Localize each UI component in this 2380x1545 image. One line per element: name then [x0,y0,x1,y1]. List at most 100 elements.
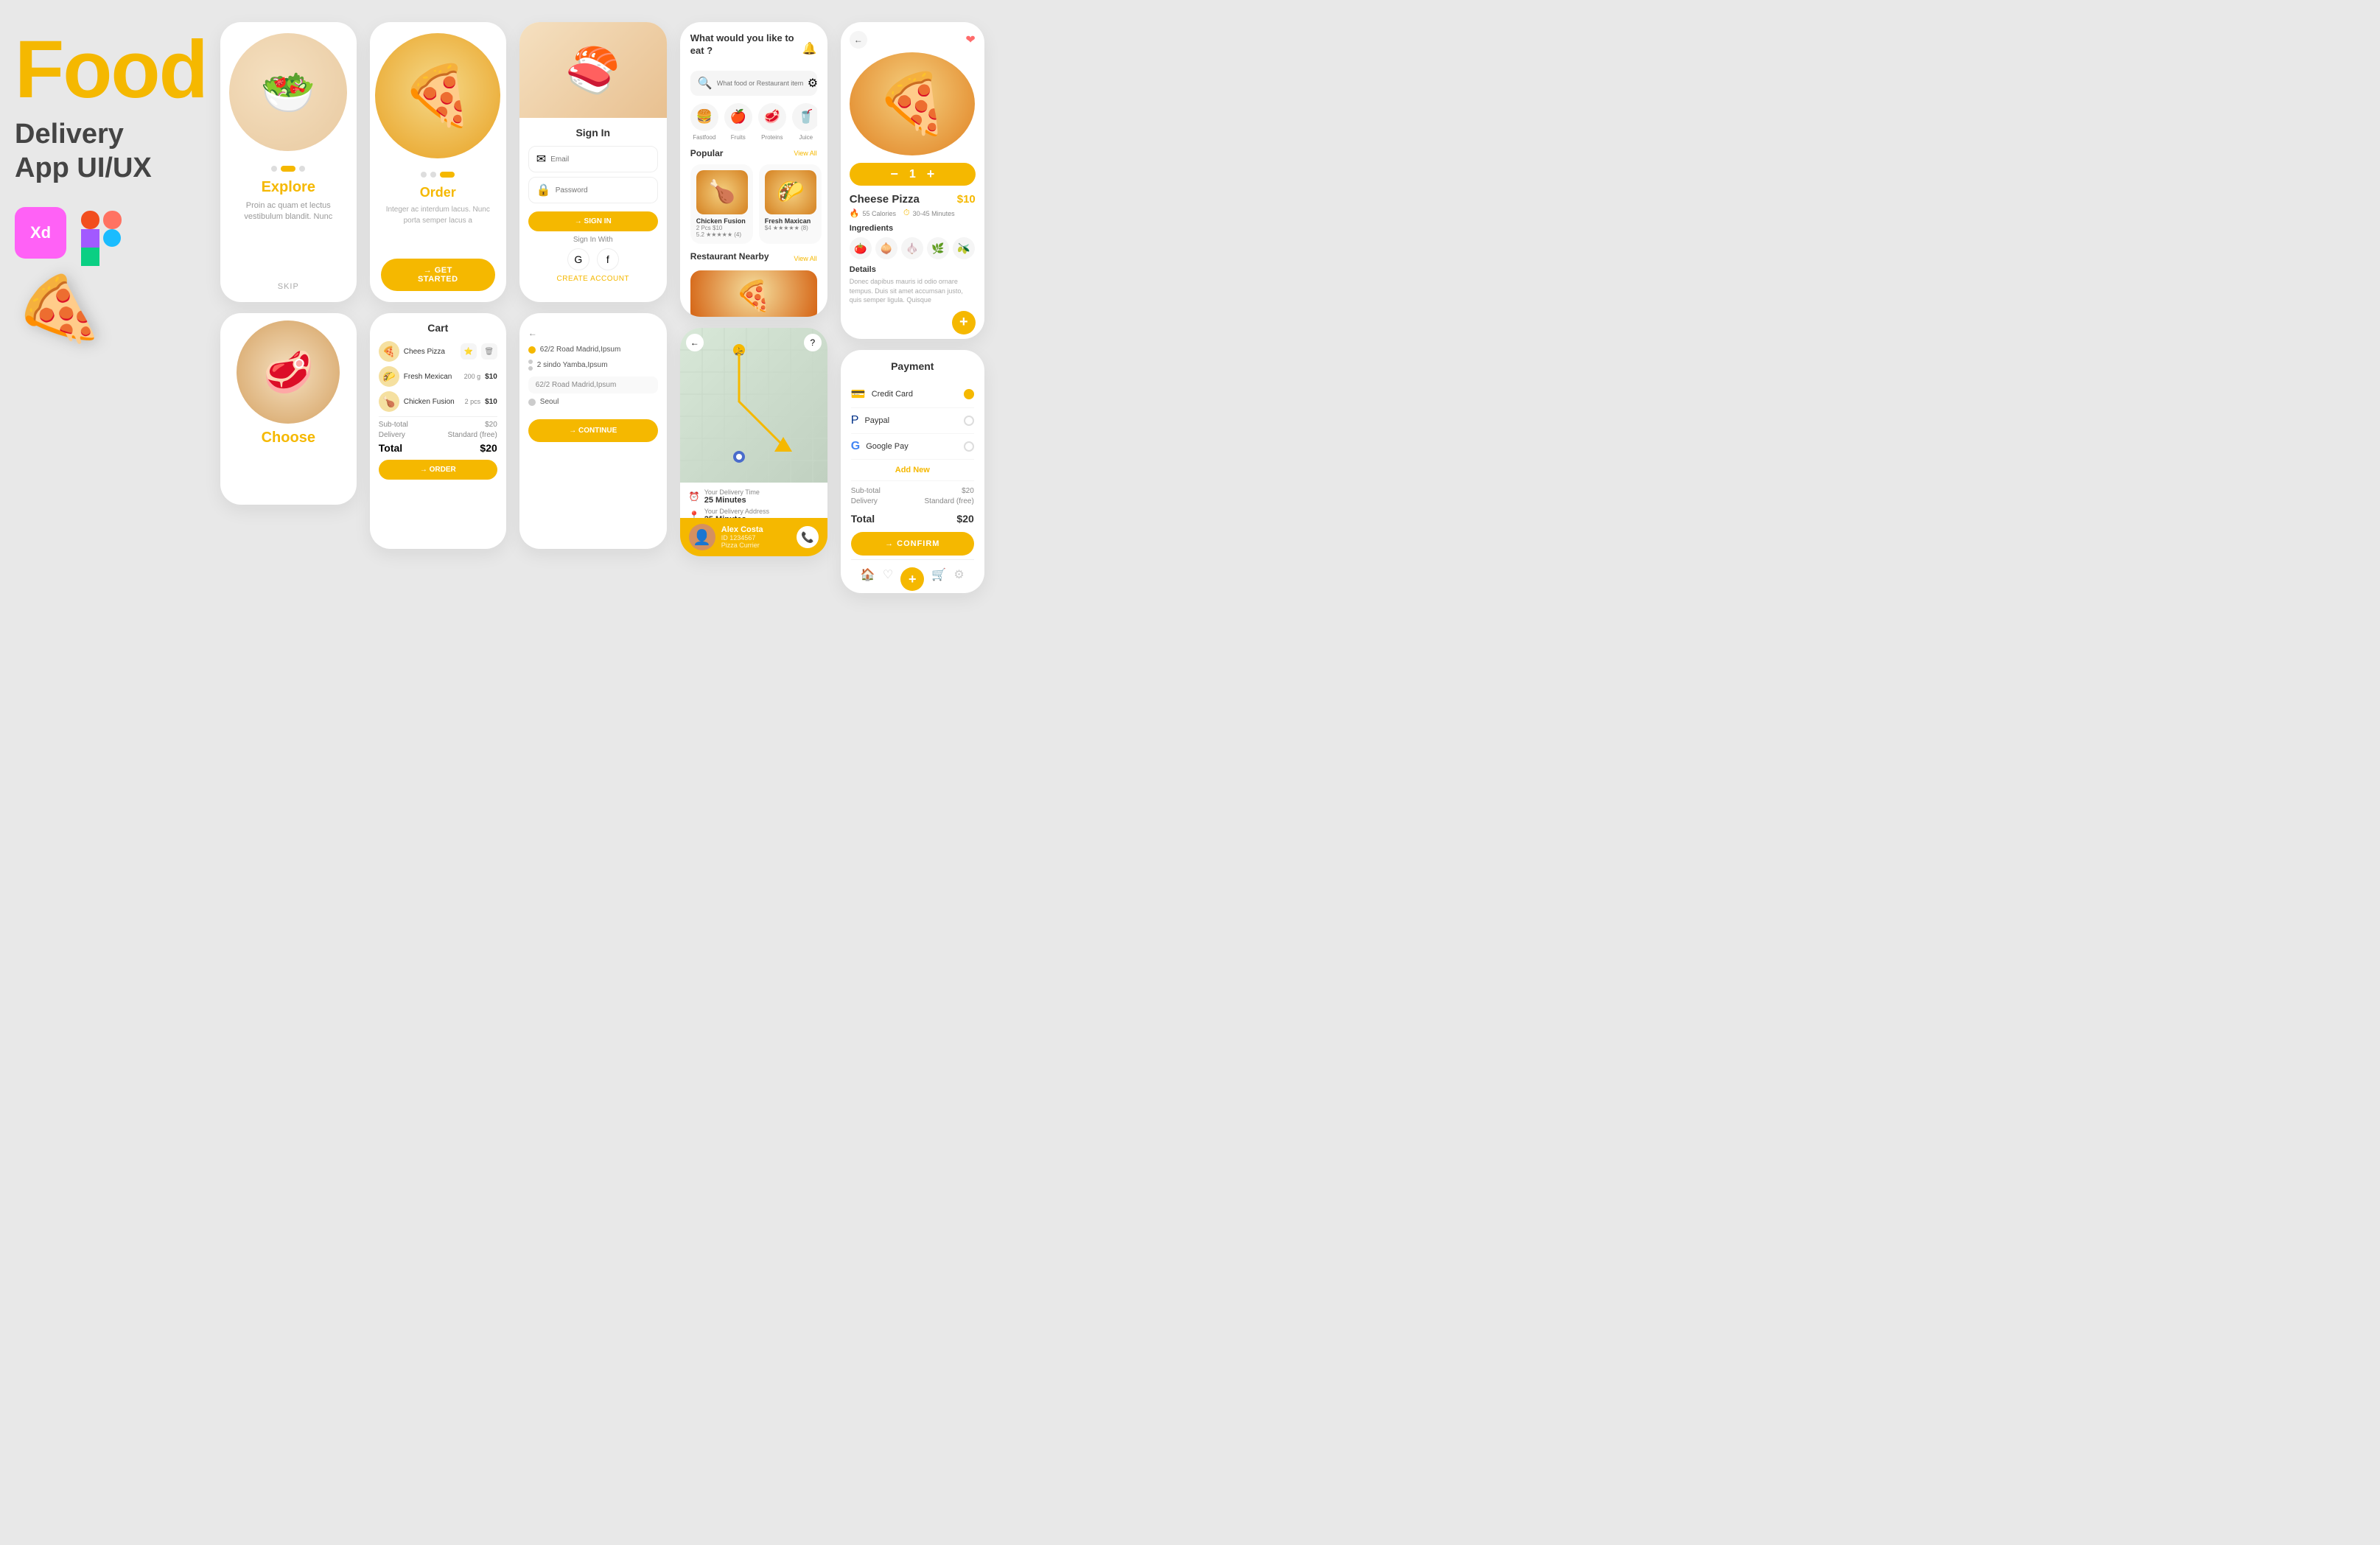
ingredient-1[interactable]: 🍅 [850,237,872,259]
password-input[interactable] [556,186,653,195]
create-account-link[interactable]: CREATE ACCOUNT [528,275,658,283]
continue-button[interactable]: → CONTINUE [528,419,658,442]
delivery-time-value: 25 Minutes [704,496,760,505]
signin-title: Sign In [528,127,658,139]
cart-item-1-name: Chees Pizza [404,348,456,356]
category-juice[interactable]: 🥤 Juice [792,103,817,141]
back-arrow-icon[interactable]: ← [528,328,537,338]
popular-item-1-img: 🍗 [696,170,748,214]
payment-nav-settings[interactable]: ⚙ [953,567,964,591]
email-input[interactable] [550,155,650,164]
subtitle: Delivery App UI/UX [15,118,207,185]
signin-button[interactable]: → SIGN IN [528,211,658,231]
food-title: Food [15,29,207,111]
driver-id: ID 1234567 [721,534,791,542]
order-card: 🍕 Order Integer ac interdum lacus. Nunc … [370,22,506,302]
pizza-name-row: Cheese Pizza $10 [850,193,976,206]
figma-logo [81,211,125,255]
popular-item-1[interactable]: 🍗 Chicken Fusion 2 Pcs $10 5.2 ★★★★★ (4) [690,164,753,244]
food-search-card: What would you like to eat ? 🔔 🔍 ⚙ 🍔 Fas… [680,22,827,317]
category-fastfood[interactable]: 🍔 Fastfood [690,103,718,141]
favorite-icon[interactable]: ❤ [965,32,975,47]
category-proteins[interactable]: 🥩 Proteins [758,103,786,141]
call-driver-button[interactable]: 📞 [797,526,819,548]
email-input-wrapper[interactable]: ✉ [528,146,658,172]
juice-label: Juice [799,134,813,141]
popular-row: 🍗 Chicken Fusion 2 Pcs $10 5.2 ★★★★★ (4)… [690,164,817,244]
pizza-decoration: 🍕 [15,266,162,362]
quantity-value: 1 [909,168,916,181]
googlepay-label: Google Pay [866,442,958,451]
add-to-cart-button[interactable]: + [952,311,976,334]
pizza-price: $10 [957,193,976,206]
proteins-icon: 🥩 [758,103,786,131]
total-label: Total [379,442,402,454]
order-button[interactable]: → ORDER [379,460,497,480]
facebook-signin-button[interactable]: f [597,248,619,270]
pizza-detail-card: ← ❤ 🍕 − 1 + Cheese Pizza $10 🔥 55 Calori… [841,22,984,339]
cart-item-1-delete[interactable]: 🗑 [481,343,497,360]
social-buttons: G f [528,248,658,270]
cart-item-3-icon: 🍗 [379,391,399,412]
delivery-time-row: ⏰ Your Delivery Time 25 Minutes [689,488,819,505]
notification-icon: 🔔 [802,41,817,56]
ingredient-4[interactable]: 🌿 [927,237,949,259]
pizza-detail-image: 🍕 [850,52,975,155]
popular-item-1-rating: 5.2 ★★★★★ (4) [696,231,747,238]
location-row-2: 2 sindo Yamba,Ipsum [528,360,658,371]
creditcard-radio[interactable] [964,389,974,399]
googlepay-radio[interactable] [964,441,974,452]
quantity-decrease-button[interactable]: − [890,167,898,182]
loc-sm-2 [528,366,533,371]
skip-link[interactable]: SKIP [278,282,299,291]
category-fruits[interactable]: 🍎 Fruits [724,103,752,141]
popular-view-all[interactable]: View All [794,150,816,157]
signin-content: Sign In ✉ 🔒 → SIGN IN Sign In With G f C… [519,118,667,292]
payment-subtotal-label: Sub-total [851,487,881,495]
location-input-1[interactable]: 62/2 Road Madrid,Ipsum [528,376,658,393]
ingredient-3[interactable]: 🧄 [901,237,923,259]
cart-item-1-star[interactable]: ⭐ [461,343,477,360]
filter-icon[interactable]: ⚙ [808,76,818,91]
payment-card: Payment 💳 Credit Card P Paypal G Google … [841,350,984,593]
ingredient-5[interactable]: 🫒 [953,237,975,259]
payment-option-paypal[interactable]: P Paypal [851,408,974,434]
payment-nav-add[interactable]: + [900,567,924,591]
search-bar[interactable]: 🔍 ⚙ [690,71,817,96]
payment-option-creditcard[interactable]: 💳 Credit Card [851,381,974,408]
xd-logo: Xd [15,207,66,259]
location-dot-4 [528,399,536,406]
email-icon: ✉ [536,152,546,167]
get-started-button[interactable]: → GET STARTED [381,259,495,291]
delivery-time-label: Your Delivery Time [704,488,760,496]
paypal-icon: P [851,414,859,427]
order-dot-3 [440,172,455,178]
search-input[interactable] [717,80,803,87]
nearby-view-all[interactable]: View All [794,255,816,262]
map-background: 🛵 ← ? [680,328,827,483]
col4-signin-delivery: 🍣 Sign In ✉ 🔒 → SIGN IN Sign In With G f… [519,22,667,549]
driver-bar: 👤 Alex Costa ID 1234567 Pizza Currier 📞 [680,518,827,556]
popular-item-2[interactable]: 🌮 Fresh Maxican $4 ★★★★★ (8) [759,164,822,244]
choose-card: 🥩 Choose [220,313,357,505]
password-input-wrapper[interactable]: 🔒 [528,177,658,203]
add-new-link[interactable]: Add New [851,460,974,481]
paypal-radio[interactable] [964,416,974,426]
map-back-button[interactable]: ← [686,334,704,351]
payment-nav-heart[interactable]: ♡ [883,567,893,591]
map-help-button[interactable]: ? [804,334,822,351]
dot-1 [271,166,277,172]
google-signin-button[interactable]: G [567,248,589,270]
payment-option-googlepay[interactable]: G Google Pay [851,434,974,460]
ingredient-2[interactable]: 🧅 [875,237,897,259]
payment-nav-cart[interactable]: 🛒 [931,567,946,591]
payment-nav-home[interactable]: 🏠 [861,567,875,591]
category-row: 🍔 Fastfood 🍎 Fruits 🥩 Proteins 🥤 Juice [690,103,817,141]
confirm-button[interactable]: → CONFIRM [851,532,974,556]
quantity-increase-button[interactable]: + [927,167,935,182]
location-dots-2 [528,360,533,371]
location-text-1: 62/2 Road Madrid,Ipsum [540,346,658,354]
pizza-back-button[interactable]: ← [850,31,867,49]
food-search-title: What would you like to eat ? [690,32,802,57]
payment-total-row: Total $20 [851,513,974,525]
